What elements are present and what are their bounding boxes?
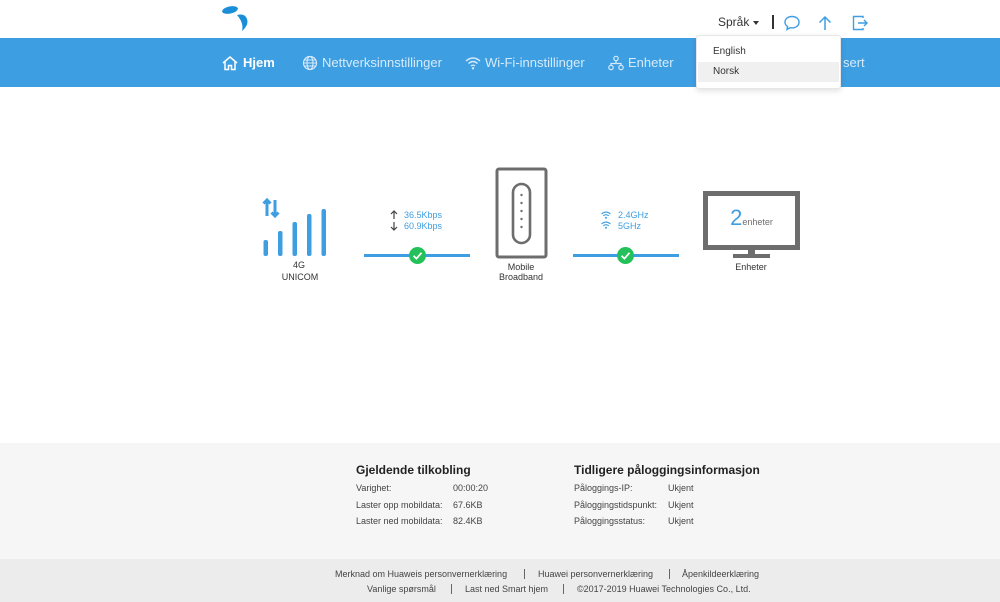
footer-link-privacy-notice[interactable]: Merknad om Huaweis personvernerklæring xyxy=(335,569,507,579)
logout-icon[interactable] xyxy=(851,14,869,32)
caret-down-icon xyxy=(753,20,760,25)
footer-link-faq[interactable]: Vanlige spørsmål xyxy=(367,584,436,594)
download-speed: 60.9Kbps xyxy=(404,221,443,231)
wifi-band-24ghz: 2.4GHz xyxy=(618,210,649,220)
nav-item-label: Wi-Fi-innstillinger xyxy=(485,55,585,70)
nav-item-home[interactable]: Hjem xyxy=(221,38,275,87)
nav-item-network-settings[interactable]: Nettverksinnstillinger xyxy=(302,38,442,87)
nav-item-label: sert xyxy=(843,55,865,70)
lan-status-check-icon xyxy=(617,247,634,264)
current-connection-title: Gjeldende tilkobling xyxy=(356,463,471,477)
nav-item-label: Enheter xyxy=(628,55,674,70)
language-dropdown-button[interactable]: Språk xyxy=(718,15,760,29)
footer-divider xyxy=(669,569,670,579)
wifi-icon xyxy=(465,56,481,69)
message-icon[interactable] xyxy=(783,14,801,32)
signal-strength-icon[interactable] xyxy=(262,198,342,258)
footer-copyright: ©2017-2019 Huawei Technologies Co., Ltd. xyxy=(577,584,751,594)
download-data-key: Laster ned mobildata: xyxy=(356,516,443,526)
nav-item-label: Hjem xyxy=(243,55,275,70)
connection-diagram: 4G UNICOM 36.5Kbps 60.9Kbps Mobile Broad… xyxy=(0,88,1000,443)
duration-key: Varighet: xyxy=(356,483,392,493)
duration-value: 00:00:20 xyxy=(453,483,489,493)
login-status-key: Påloggingsstatus: xyxy=(574,516,646,526)
devices-label: Enheter xyxy=(735,262,767,272)
login-ip-key: Påloggings-IP: xyxy=(574,483,633,493)
footer-link-open-source[interactable]: Åpenkildeerklæring xyxy=(682,569,759,579)
footer: Merknad om Huaweis personvernerklæring H… xyxy=(0,559,1000,602)
home-icon xyxy=(222,55,238,70)
download-data-value: 82.4KB xyxy=(453,516,483,526)
footer-link-privacy-statement[interactable]: Huawei personvernerklæring xyxy=(538,569,653,579)
router-label-line2: Broadband xyxy=(498,272,544,282)
top-bar: Språk xyxy=(0,0,1000,38)
upload-arrow-icon[interactable] xyxy=(816,14,834,32)
devices-monitor[interactable]: 2enheter xyxy=(703,191,800,261)
upload-data-key: Laster opp mobildata: xyxy=(356,500,443,510)
main-navigation: Hjem Nettverksinnstillinger Wi-Fi-innsti… xyxy=(0,38,1000,87)
footer-divider xyxy=(451,584,452,594)
footer-link-smart-home[interactable]: Last ned Smart hjem xyxy=(465,584,548,594)
login-time-key: Påloggingstidspunkt: xyxy=(574,500,658,510)
wifi-5ghz-icon xyxy=(601,221,611,229)
nav-item-wifi-settings[interactable]: Wi-Fi-innstillinger xyxy=(465,38,585,87)
globe-icon xyxy=(302,55,318,70)
upload-data-value: 67.6KB xyxy=(453,500,483,510)
wifi-band-5ghz: 5GHz xyxy=(618,221,642,231)
login-status-value: Ukjent xyxy=(668,516,694,526)
language-option-english[interactable]: English xyxy=(698,42,839,62)
language-menu: English Norsk xyxy=(696,35,841,89)
up-down-arrows-icon xyxy=(390,210,398,231)
devices-icon xyxy=(608,55,624,70)
router-icon[interactable] xyxy=(495,167,548,259)
device-count-number: 2 xyxy=(730,205,743,230)
login-time-value: Ukjent xyxy=(668,500,694,510)
previous-login-title: Tidligere påloggingsinformasjon xyxy=(574,463,760,477)
footer-divider xyxy=(524,569,525,579)
connection-info-section: Gjeldende tilkobling Varighet: 00:00:20 … xyxy=(0,443,1000,559)
upload-speed: 36.5Kbps xyxy=(404,210,443,220)
telenor-logo-icon[interactable] xyxy=(220,5,250,33)
language-option-norsk[interactable]: Norsk xyxy=(698,62,839,82)
operator-label: UNICOM xyxy=(281,272,319,282)
divider xyxy=(772,15,774,29)
device-count: 2enheter xyxy=(703,205,800,231)
nav-item-label: Nettverksinnstillinger xyxy=(322,55,442,70)
wan-status-check-icon xyxy=(409,247,426,264)
language-label: Språk xyxy=(718,15,750,29)
footer-divider xyxy=(563,584,564,594)
network-type-label: 4G xyxy=(292,260,305,270)
device-count-unit: enheter xyxy=(742,217,773,227)
router-label-line1: Mobile xyxy=(507,262,535,272)
login-ip-value: Ukjent xyxy=(668,483,694,493)
wifi-24ghz-icon xyxy=(601,211,611,219)
nav-item-devices[interactable]: Enheter xyxy=(608,38,674,87)
nav-item-advanced[interactable]: sert xyxy=(843,38,865,87)
